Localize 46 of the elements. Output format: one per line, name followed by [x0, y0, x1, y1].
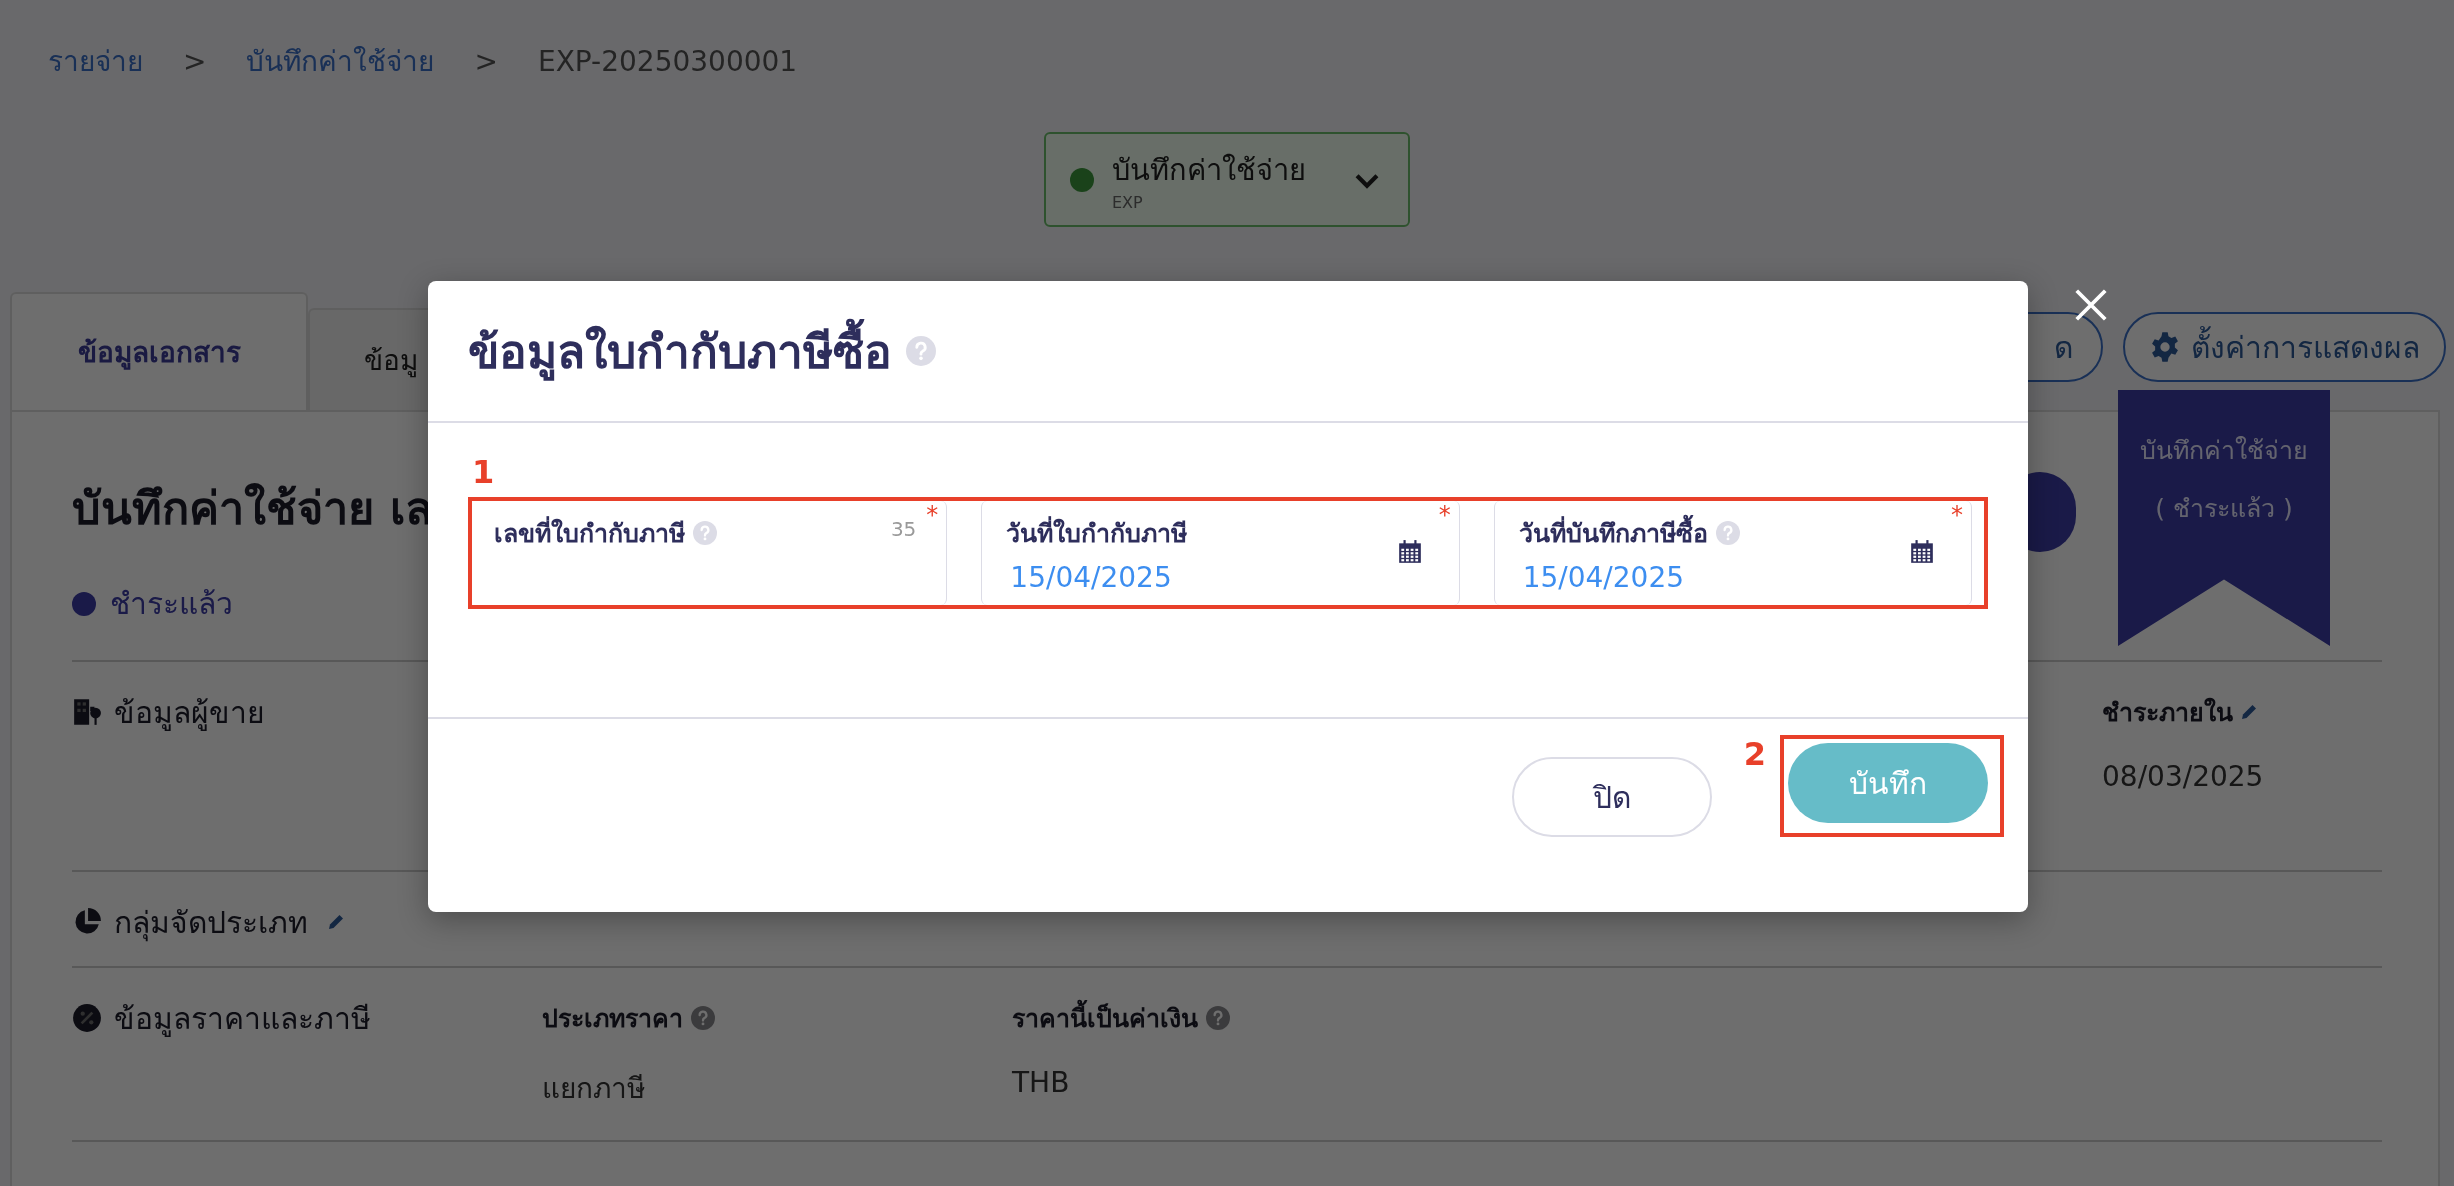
dialog-title: ข้อมูลใบกำกับภาษีซื้อ: [468, 314, 892, 388]
required-mark: *: [1438, 501, 1451, 529]
date-field[interactable]: วันที่บันทึกภาษีซื้อ * 15/04/2025: [1493, 501, 1972, 605]
help-icon[interactable]: [691, 1006, 715, 1030]
breadcrumb-link[interactable]: บันทึกค่าใช้จ่าย: [246, 39, 435, 83]
edit-icon[interactable]: [326, 912, 346, 932]
field-label: ชำระภายใน: [2102, 696, 2233, 729]
field-label: วันที่ใบกำกับภาษี: [1006, 513, 1188, 553]
status-dot: [1070, 167, 1094, 192]
field-value: 08/03/2025: [2102, 760, 2265, 793]
character-counter: 35: [890, 517, 917, 541]
edit-icon[interactable]: [2239, 702, 2259, 722]
status-label: ชำระแล้ว: [110, 585, 233, 623]
breadcrumb-separator: >: [183, 44, 207, 78]
field-label: วันที่บันทึกภาษีซื้อ: [1518, 513, 1708, 553]
display-settings-button[interactable]: ตั้งค่าการแสดงผล: [2123, 312, 2446, 382]
field-value: แยกภาษี: [542, 1071, 646, 1107]
discount-badge-icon: [72, 1003, 102, 1033]
annotation-number: 1: [471, 453, 496, 493]
save-button[interactable]: บันทึก: [1788, 743, 1988, 823]
required-mark: *: [926, 501, 939, 529]
breadcrumb-current: EXP-20250300001: [537, 44, 798, 78]
calendar-icon[interactable]: [1396, 539, 1423, 565]
status-dropdown[interactable]: บันทึกค่าใช้จ่าย EXP: [1044, 132, 1410, 227]
settings-icon: [2149, 331, 2181, 363]
breadcrumb-separator: >: [474, 44, 498, 78]
tab[interactable]: ข้อมูลเอกสาร: [10, 292, 308, 410]
pie-chart-icon: [72, 907, 102, 937]
section-title: ข้อมูลผู้ขาย: [114, 693, 265, 733]
building-icon: [72, 697, 102, 727]
status-dot: [72, 591, 96, 616]
annotation-number: 2: [1742, 735, 1766, 773]
breadcrumb-link[interactable]: รายจ่าย: [48, 39, 143, 83]
input-field[interactable]: เลขที่ใบกำกับภาษี 35 *: [472, 501, 948, 605]
field-value: THB: [1012, 1066, 1071, 1099]
help-icon[interactable]: [1206, 1006, 1230, 1030]
calendar-icon[interactable]: [1909, 539, 1935, 565]
required-mark: *: [1951, 501, 1963, 529]
section-title: กลุ่มจัดประเภท: [114, 903, 308, 944]
field-label: เลขที่ใบกำกับภาษี: [494, 513, 685, 553]
field-label: ราคานี้เป็นค่าเงิน: [1012, 998, 1198, 1038]
status-ribbon: บันทึกค่าใช้จ่าย ( ชำระแล้ว ): [2118, 390, 2330, 646]
close-button[interactable]: ปิด: [1511, 757, 1712, 837]
field-label: ประเภทราคา: [542, 1003, 683, 1035]
section-title: ข้อมูลราคาและภาษี: [114, 999, 371, 1039]
date-field[interactable]: วันที่ใบกำกับภาษี * 15/04/2025: [981, 501, 1460, 605]
